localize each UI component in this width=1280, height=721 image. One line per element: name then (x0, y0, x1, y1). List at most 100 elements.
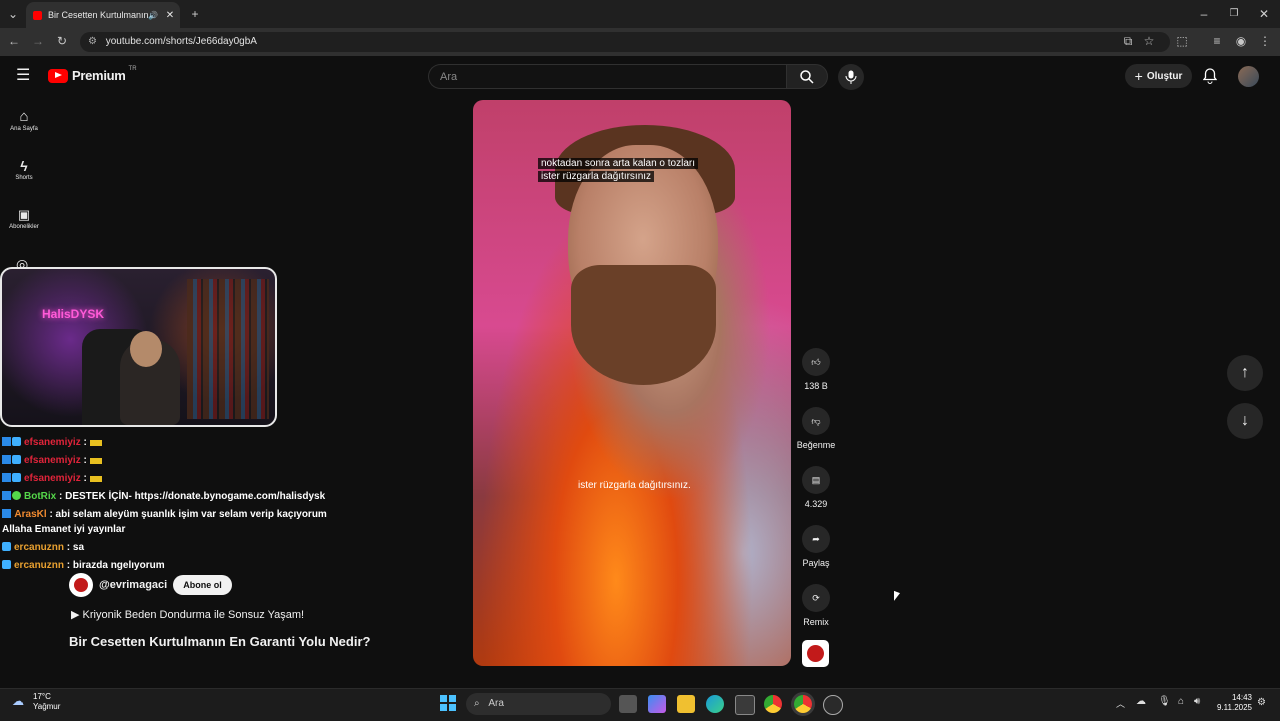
subscribe-button[interactable]: Abone ol (173, 575, 232, 595)
channel-avatar[interactable] (69, 573, 93, 597)
badge-icon (12, 455, 21, 464)
chat-line: BotRix : DESTEK İÇİN- https://donate.byn… (2, 491, 332, 503)
chat-message: : (83, 437, 87, 448)
arrow-up-icon: ↑ (1241, 364, 1249, 381)
chat-line: ercanuznn : sa (2, 542, 332, 554)
chat-message: : DESTEK İÇİN- https://donate.bynogame.c… (59, 491, 326, 502)
badge-icon (12, 437, 21, 446)
chat-user: efsanemiyiz (24, 473, 81, 484)
short-title[interactable]: Bir Cesetten Kurtulmanın En Garanti Yolu… (69, 634, 370, 649)
voice-search-button[interactable] (838, 64, 864, 90)
reload-icon[interactable]: ↻ (54, 34, 70, 48)
store-icon[interactable] (735, 695, 755, 715)
shorts-video-player[interactable] (473, 100, 791, 666)
shorts-icon: ϟ (20, 158, 28, 174)
weather-widget[interactable]: ☁ 17°C Yağmur (12, 692, 60, 712)
chat-message: Allaha Emanet iyi yayınlar (2, 524, 126, 535)
comments-button[interactable]: ▤ 4.329 (796, 466, 836, 509)
video-caption-top: noktadan sonra arta kalan o tozları iste… (538, 157, 698, 183)
youtube-favicon-icon (33, 10, 42, 20)
restore-icon[interactable]: ❐ (1224, 0, 1244, 28)
account-avatar[interactable] (1238, 66, 1259, 87)
nav-subscriptions-label: Abonelikler (9, 224, 39, 230)
network-icon[interactable]: ⌂ (1178, 696, 1184, 707)
create-button[interactable]: + Oluştur (1125, 64, 1192, 88)
share-label: Paylaş (802, 558, 830, 568)
rain-cloud-icon: ☁ (12, 694, 24, 708)
youtube-play-icon (48, 68, 68, 83)
logo-text: Premium (72, 68, 126, 83)
youtube-logo[interactable]: Premium TR (48, 66, 137, 83)
remix-icon: ⟳ (802, 584, 830, 612)
emote-icon (89, 440, 102, 446)
like-count: 138 B (804, 381, 828, 391)
previous-short-button[interactable]: ↑ (1227, 355, 1263, 391)
copilot-icon[interactable] (648, 695, 666, 713)
back-icon[interactable]: ← (6, 34, 22, 48)
bookshelf (187, 279, 269, 419)
forward-icon[interactable]: → (30, 34, 46, 48)
microphone-icon (845, 70, 857, 84)
remix-label: Remix (803, 617, 829, 627)
browser-tab[interactable]: Bir Cesetten Kurtulmanın En 🔊 ✕ (26, 2, 180, 28)
comment-icon: ▤ (802, 466, 830, 494)
chat-user: efsanemiyiz (24, 455, 81, 466)
taskbar-search-placeholder: Ara (488, 698, 504, 709)
channel-name[interactable]: @evrimagaci (99, 579, 167, 591)
plus-icon: + (1134, 68, 1143, 84)
profile-icon[interactable]: ◉ (1233, 34, 1249, 48)
bookmark-star-icon[interactable]: ☆ (1141, 34, 1157, 48)
onedrive-icon[interactable]: ☁ (1136, 696, 1146, 707)
streamer-webcam: HalisDYSK (0, 267, 277, 427)
media-controls-icon[interactable]: ≡ (1209, 34, 1225, 48)
windows-taskbar (0, 688, 1280, 721)
next-short-button[interactable]: ↓ (1227, 403, 1263, 439)
hamburger-menu-icon[interactable]: ☰ (16, 68, 32, 84)
chat-message: : sa (66, 542, 85, 553)
file-explorer-icon[interactable] (677, 695, 695, 713)
share-arrow-icon: ➦ (802, 525, 830, 553)
tab-search-icon[interactable]: ⌄ (4, 0, 22, 28)
dislike-button[interactable]: 👎︎ Beğenme (796, 407, 836, 450)
chrome-active-icon[interactable] (794, 695, 812, 713)
speaker-icon[interactable]: 🔊 (148, 11, 158, 20)
notification-center-icon[interactable]: ⚙ (1257, 697, 1266, 708)
nav-home[interactable]: ⌂ Ana Sayfa (0, 108, 48, 132)
new-tab-icon[interactable]: + (186, 0, 204, 28)
extensions-icon[interactable]: ⬚ (1174, 34, 1190, 48)
chrome-icon[interactable] (764, 695, 782, 713)
chat-message: : (83, 473, 87, 484)
nav-subscriptions[interactable]: ▣ Abonelikler (0, 206, 48, 230)
close-window-icon[interactable]: ✕ (1254, 0, 1274, 28)
task-view-icon[interactable] (619, 695, 637, 713)
windows-start-icon[interactable] (440, 695, 456, 711)
suggested-video-link[interactable]: ▶ Kriyonik Beden Dondurma ile Sonsuz Yaş… (71, 608, 304, 621)
chat-line: ercanuznn : birazda ngelıyorum (2, 560, 332, 572)
badge-icon (2, 437, 11, 446)
install-app-icon[interactable]: ⧉ (1120, 34, 1136, 49)
minimize-icon[interactable]: – (1194, 0, 1214, 28)
dislike-label: Beğenme (796, 440, 836, 450)
share-button[interactable]: ➦ Paylaş (796, 525, 836, 568)
menu-kebab-icon[interactable]: ⋮ (1257, 34, 1273, 48)
clock[interactable]: 14:43 9.11.2025 (1212, 693, 1252, 713)
taskbar-search[interactable]: ⌕ Ara (466, 693, 611, 715)
like-button[interactable]: 👍︎ 138 B (796, 348, 836, 391)
app-icon[interactable] (823, 695, 843, 715)
badge-icon (2, 560, 11, 569)
omnibox[interactable]: ⚙ youtube.com/shorts/Je66day0gbA (80, 32, 1170, 52)
nav-shorts[interactable]: ϟ Shorts (0, 157, 48, 181)
close-tab-icon[interactable]: ✕ (164, 10, 176, 21)
search-input[interactable]: Ara (428, 64, 786, 89)
caption-line: ister rüzgarla dağıtırsınız (538, 171, 655, 182)
temperature: 17°C (33, 692, 51, 701)
site-info-icon[interactable]: ⚙ (88, 36, 97, 47)
edge-icon[interactable] (706, 695, 724, 713)
sound-channel-thumbnail[interactable] (802, 640, 829, 667)
remix-button[interactable]: ⟳ Remix (796, 584, 836, 627)
search-button[interactable] (786, 64, 828, 89)
volume-icon[interactable]: 🔊︎ (1194, 696, 1200, 707)
notifications-bell-icon[interactable] (1202, 68, 1218, 89)
microphone-tray-icon[interactable]: 🎙︎ (1158, 696, 1171, 707)
tray-chevron-icon[interactable]: ︿ (1116, 697, 1125, 710)
